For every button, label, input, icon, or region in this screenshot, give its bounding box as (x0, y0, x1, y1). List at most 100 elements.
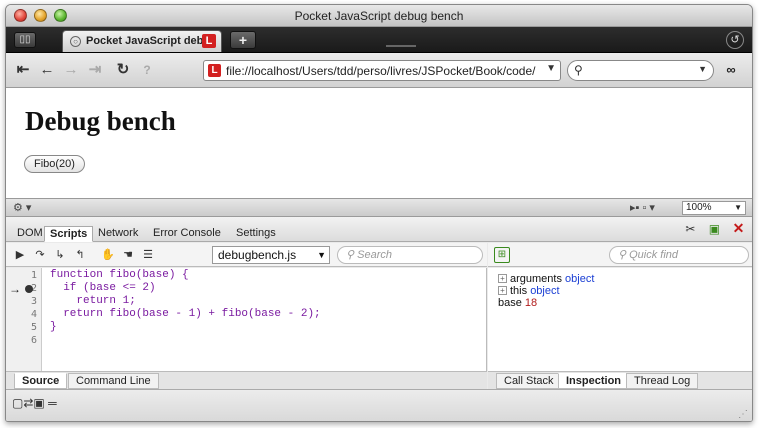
stop-at-error-icon[interactable]: ☚ (120, 247, 136, 263)
inspection-row-base: base 18 (498, 297, 537, 309)
footer-layout-icons[interactable]: ▢⇄▣ ═ (12, 396, 57, 410)
address-text: file://localhost/Users/tdd/perso/livres/… (226, 64, 536, 78)
line-number: 5 (30, 322, 37, 333)
tab-scripts[interactable]: Scripts (44, 226, 94, 242)
stop-at-exception-icon[interactable]: ✋ (100, 247, 116, 263)
code-line: function fibo(base) { (50, 269, 189, 281)
tab-list-icon[interactable]: ▯▯ (14, 32, 36, 48)
close-icon[interactable]: ✕ (731, 221, 746, 236)
property-name: arguments (510, 273, 562, 285)
address-field[interactable]: L file://localhost/Users/tdd/perso/livre… (203, 60, 561, 81)
tab-debug-bench[interactable]: ○ Pocket JavaScript deb... L (62, 30, 222, 52)
line-number: 3 (30, 296, 37, 307)
tab-error-console[interactable]: Error Console (148, 226, 226, 242)
script-search-input[interactable]: ⚲ Search (337, 246, 483, 264)
tab-divider (386, 45, 416, 47)
breakpoint-icon[interactable] (25, 285, 33, 293)
address-dropdown-icon[interactable]: ▼ (546, 63, 556, 74)
dragonfly-panel: DOM Scripts Network Error Console Settin… (6, 217, 752, 421)
inspection-bottom-tabs: Call Stack Inspection Thread Log (488, 371, 752, 389)
forward-icon[interactable]: → (62, 61, 80, 79)
detach-icon[interactable]: ▣ (707, 222, 722, 237)
trash-icon[interactable]: ↺ (726, 31, 744, 49)
title-bar: Pocket JavaScript debug bench (6, 5, 752, 27)
fast-forward-icon[interactable]: ⇥ (86, 61, 104, 79)
back-icon[interactable]: ← (38, 61, 56, 79)
quick-find-input[interactable]: ⚲ Quick find (609, 246, 749, 264)
tab-source[interactable]: Source (14, 373, 68, 389)
devtools-window-controls: ✂ ▣ ✕ (677, 221, 746, 237)
reload-icon[interactable]: ↻ (114, 61, 132, 79)
line-number: 1 (30, 270, 37, 281)
window-title: Pocket JavaScript debug bench (294, 9, 464, 23)
tab-strip: ▯▯ ○ Pocket JavaScript deb... L + ↺ (6, 27, 752, 53)
log-threads-icon[interactable]: ☰ (140, 247, 156, 263)
property-name: base (498, 297, 522, 309)
inspection-view: + arguments object + this object base 18 (488, 268, 752, 371)
script-selector[interactable]: debugbench.js ▼ (212, 246, 330, 264)
tab-dom[interactable]: DOM (12, 226, 48, 242)
resize-grip-icon[interactable]: ⋰ (738, 409, 748, 420)
page-badge-icon: L (208, 64, 221, 77)
line-number: 6 (30, 335, 37, 346)
code-line: return 1; (50, 295, 136, 307)
zoom-value: 100% (686, 202, 712, 213)
page-content: Debug bench Fibo(20) (6, 88, 752, 198)
code-line: } (50, 321, 57, 333)
search-icon: ⚲ (618, 249, 630, 261)
script-dropdown-icon[interactable]: ▼ (317, 247, 326, 263)
property-type: object (530, 285, 560, 297)
scripts-toolbar: ▶ ↷ ↳ ↰ ✋ ☚ ☰ debugbench.js ▼ ⚲ Search (6, 243, 487, 267)
code-line: return fibo(base - 1) + fibo(base - 2); (50, 308, 321, 320)
execution-arrow-icon: → (9, 282, 21, 296)
script-search-placeholder: Search (357, 249, 392, 261)
fibo-button[interactable]: Fibo(20) (24, 155, 85, 173)
tab-command-line[interactable]: Command Line (68, 373, 159, 389)
script-filename: debugbench.js (218, 248, 297, 262)
tab-network[interactable]: Network (93, 226, 143, 242)
status-icons[interactable]: ▸▪ ▫ ▾ (630, 201, 655, 214)
property-value: 18 (524, 297, 538, 309)
status-bar: ⚙ ▾ ▸▪ ▫ ▾ 100% ▼ (6, 198, 752, 217)
quick-find-placeholder: Quick find (629, 249, 679, 261)
step-into-icon[interactable]: ↳ (52, 247, 68, 263)
wand-icon[interactable]: ? (138, 61, 156, 79)
navigation-bar: ⇤ ← → ⇥ ↻ ? L file://localhost/Users/tdd… (6, 53, 752, 88)
search-icon: ⚲ (574, 63, 583, 77)
devtools-tabs: DOM Scripts Network Error Console Settin… (6, 217, 752, 242)
page-heading: Debug bench (25, 106, 176, 136)
binoculars-icon[interactable]: ∞ (720, 62, 742, 78)
expand-icon[interactable]: + (498, 286, 507, 295)
expand-all-icon[interactable]: ⊞ (494, 247, 510, 263)
zoom-dropdown-icon[interactable]: ▼ (734, 202, 742, 214)
search-icon: ⚲ (346, 249, 358, 261)
rewind-icon[interactable]: ⇤ (14, 61, 32, 79)
devtools-footer: ▢⇄▣ ═ ⋰ (6, 389, 752, 421)
step-out-icon[interactable]: ↰ (72, 247, 88, 263)
tab-settings[interactable]: Settings (231, 226, 281, 242)
settings-gear-icon[interactable]: ⚙ ▾ (13, 201, 31, 214)
opera-badge-icon: L (202, 34, 216, 48)
inspection-row-this[interactable]: + this object (498, 285, 560, 297)
new-tab-button[interactable]: + (230, 31, 256, 49)
code-line: if (base <= 2) (50, 282, 156, 294)
expand-icon[interactable]: + (498, 274, 507, 283)
tab-label: Pocket JavaScript deb... (86, 35, 213, 47)
tab-call-stack[interactable]: Call Stack (496, 373, 562, 389)
zoom-field[interactable]: 100% ▼ (682, 201, 746, 215)
search-dropdown-icon[interactable]: ▼ (698, 64, 707, 74)
tab-thread-log[interactable]: Thread Log (626, 373, 699, 389)
tools-icon[interactable]: ✂ (683, 222, 698, 237)
source-view[interactable]: 1 2 3 4 5 6 → function fibo(base) { if (… (6, 268, 487, 371)
tab-inspection[interactable]: Inspection (558, 373, 630, 389)
source-bottom-tabs: Source Command Line (6, 371, 487, 389)
step-over-icon[interactable]: ↷ (32, 247, 48, 263)
line-number: 4 (30, 309, 37, 320)
browser-window: Pocket JavaScript debug bench ▯▯ ○ Pocke… (5, 4, 753, 422)
inspection-row-arguments[interactable]: + arguments object (498, 273, 594, 285)
inspection-toolbar: ⊞ ⚲ Quick find (488, 243, 752, 267)
page-icon: ○ (70, 36, 81, 47)
property-name: this (510, 285, 528, 297)
continue-icon[interactable]: ▶ (12, 247, 28, 263)
search-field[interactable]: ⚲ ▼ (567, 60, 714, 81)
